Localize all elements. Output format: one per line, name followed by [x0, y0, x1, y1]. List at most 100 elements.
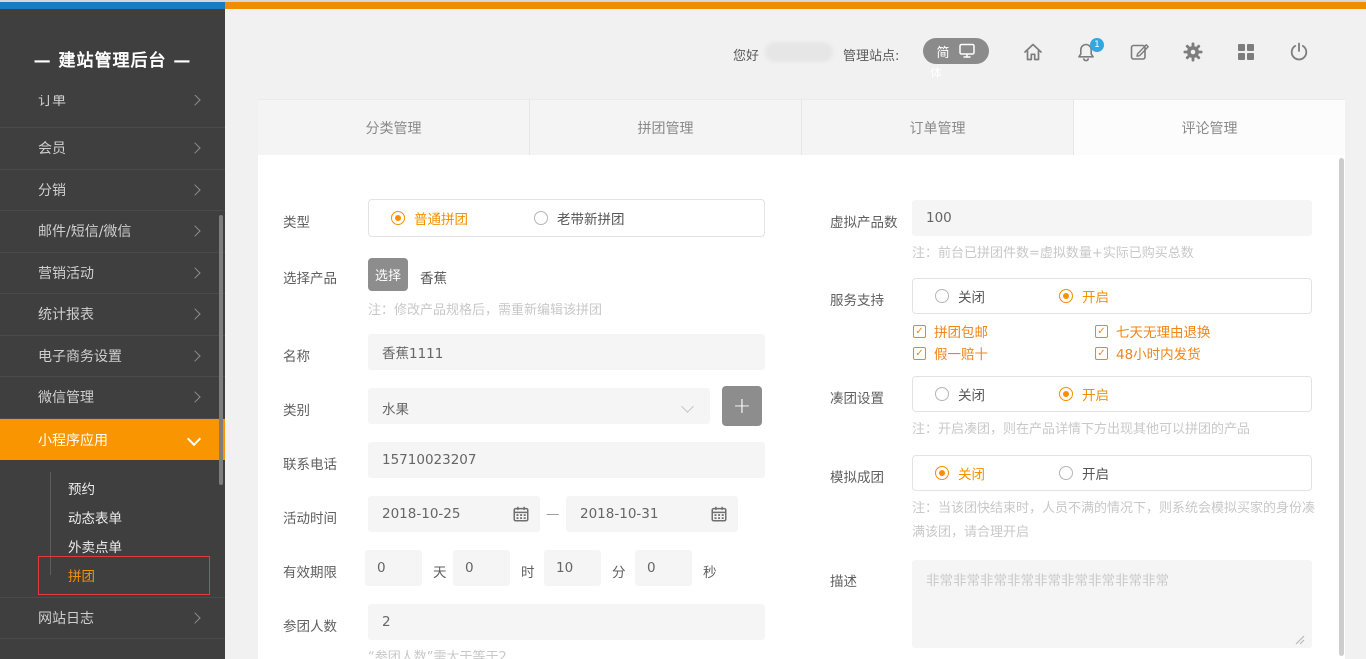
radio-label: 开启 [1082, 286, 1109, 306]
tab-group-management[interactable]: 拼团管理 [529, 100, 801, 155]
radio-old-new-group[interactable] [534, 211, 548, 225]
checkbox-free-shipping[interactable]: ✓ [913, 325, 926, 338]
category-select[interactable]: 水果 [368, 388, 710, 424]
tab-category-management[interactable]: 分类管理 [258, 100, 529, 155]
name-input[interactable] [368, 334, 765, 370]
language-label: 简 [936, 42, 949, 61]
radio-label: 开启 [1082, 463, 1109, 483]
resize-handle-icon[interactable] [1294, 634, 1306, 646]
language-site-toggle[interactable]: 简 [923, 38, 989, 64]
checkbox-label: 拼团包邮 [934, 321, 988, 341]
sidebar-item-members[interactable]: 会员 [0, 128, 225, 170]
sidebar-item-label: 统计报表 [38, 304, 94, 324]
gear-icon[interactable] [1181, 40, 1205, 64]
sidebar-scrollbar[interactable] [219, 215, 223, 485]
app-window: — 建站管理后台 — 订单 会员 分销 邮件/短信/微信 营销活动 统计报表 电… [0, 0, 1366, 659]
sidebar-item-site-logs[interactable]: 网站日志 [0, 597, 225, 639]
sidebar-item-label: 会员 [38, 138, 66, 158]
sidebar-item-wechat-management[interactable]: 微信管理 [0, 377, 225, 419]
home-icon[interactable] [1021, 40, 1045, 64]
monitor-icon [958, 43, 976, 59]
radio-label: 开启 [1082, 384, 1109, 404]
sidebar-item-label: 电子商务设置 [38, 346, 122, 366]
desc-textarea[interactable]: 非常非常非常非常非常非常非常非常非常 [912, 560, 1312, 648]
sidebar-item-distribution[interactable]: 分销 [0, 170, 225, 212]
start-date-value: 2018-10-25 [382, 506, 460, 522]
radio-normal-group[interactable] [391, 211, 405, 225]
checkbox-label: 七天无理由退换 [1116, 321, 1211, 341]
tab-bar: 分类管理 拼团管理 订单管理 评论管理 [258, 99, 1345, 155]
sidebar-item-orders[interactable]: 订单 [0, 95, 225, 128]
power-icon[interactable] [1287, 40, 1311, 64]
unit-days: 天 [433, 561, 447, 581]
virtual-count-input[interactable] [912, 200, 1312, 236]
sidebar-item-statistics[interactable]: 统计报表 [0, 294, 225, 336]
tab-label: 订单管理 [910, 118, 966, 138]
select-product-button[interactable]: 选择 [368, 258, 408, 291]
content-scrollbar[interactable] [1339, 158, 1344, 656]
site-label: 管理站点: [843, 45, 899, 64]
top-strip-orange [225, 2, 1366, 9]
type-option-box: 普通拼团 老带新拼团 [368, 199, 765, 237]
radio-label: 关闭 [958, 463, 985, 483]
product-label: 选择产品 [283, 267, 337, 287]
sidebar-subitem-label: 动态表单 [68, 507, 122, 527]
chevron-right-icon [189, 392, 200, 403]
simulate-label: 模拟成团 [830, 466, 884, 486]
radio-service-on[interactable] [1059, 289, 1073, 303]
duration-minutes-input[interactable] [544, 550, 601, 586]
sidebar-item-mini-program-apps[interactable]: 小程序应用 [0, 419, 225, 460]
category-label: 类别 [283, 399, 310, 419]
people-label: 参团人数 [283, 615, 337, 635]
sidebar-subitem-reservation[interactable]: 预约 [0, 473, 225, 502]
radio-simulate-on[interactable] [1059, 466, 1073, 480]
apps-grid-icon[interactable] [1234, 40, 1258, 64]
checkbox-fake-one-pay-ten[interactable]: ✓ [913, 347, 926, 360]
radio-gather-on[interactable] [1059, 387, 1073, 401]
highlight-annotation-box [38, 556, 210, 595]
sidebar-subitem-dynamic-forms[interactable]: 动态表单 [0, 502, 225, 531]
username-redacted [765, 42, 833, 62]
name-label: 名称 [283, 345, 310, 365]
service-checkbox-row: ✓ 假一赔十 [913, 343, 988, 363]
chevron-right-icon [189, 309, 200, 320]
tab-order-management[interactable]: 订单管理 [801, 100, 1073, 155]
calendar-icon [512, 505, 530, 523]
checkbox-7day-return[interactable]: ✓ [1095, 325, 1108, 338]
radio-service-off[interactable] [935, 289, 949, 303]
tab-comment-management[interactable]: 评论管理 [1073, 100, 1345, 155]
date-range-separator: — [546, 506, 560, 522]
people-input[interactable] [368, 604, 765, 640]
checkbox-48h-shipping[interactable]: ✓ [1095, 347, 1108, 360]
duration-seconds-input[interactable] [635, 550, 692, 586]
chevron-down-icon [187, 432, 201, 446]
desc-label: 描述 [830, 570, 857, 590]
checkbox-label: 48小时内发货 [1116, 343, 1201, 363]
duration-label: 有效期限 [283, 561, 337, 581]
chevron-right-icon [189, 184, 200, 195]
phone-input[interactable] [368, 442, 765, 478]
sidebar-item-marketing[interactable]: 营销活动 [0, 253, 225, 295]
end-date-value: 2018-10-31 [580, 506, 658, 522]
compose-icon[interactable] [1128, 40, 1152, 64]
sidebar-item-ecommerce-settings[interactable]: 电子商务设置 [0, 336, 225, 378]
virtual-count-note: 注：前台已拼团件数=虚拟数量+实际已购买总数 [912, 242, 1194, 261]
type-label: 类型 [283, 211, 310, 231]
check-icon: ✓ [915, 348, 923, 359]
chevron-right-icon [189, 350, 200, 361]
product-note: 注：修改产品规格后，需重新编辑该拼团 [368, 299, 602, 318]
unit-seconds: 秒 [703, 561, 717, 581]
sidebar-item-label: 分销 [38, 180, 66, 200]
chevron-right-icon [189, 95, 200, 105]
radio-simulate-off[interactable] [935, 466, 949, 480]
duration-hours-input[interactable] [453, 550, 510, 586]
start-date-input[interactable]: 2018-10-25 [368, 496, 540, 532]
sidebar-item-label: 微信管理 [38, 387, 94, 407]
add-category-button[interactable]: + [722, 386, 762, 426]
radio-gather-off[interactable] [935, 387, 949, 401]
category-value: 水果 [382, 398, 409, 418]
greeting-text: 您好 [733, 45, 759, 64]
sidebar-item-mail-sms-wechat[interactable]: 邮件/短信/微信 [0, 211, 225, 253]
duration-days-input[interactable] [365, 550, 422, 586]
end-date-input[interactable]: 2018-10-31 [566, 496, 738, 532]
